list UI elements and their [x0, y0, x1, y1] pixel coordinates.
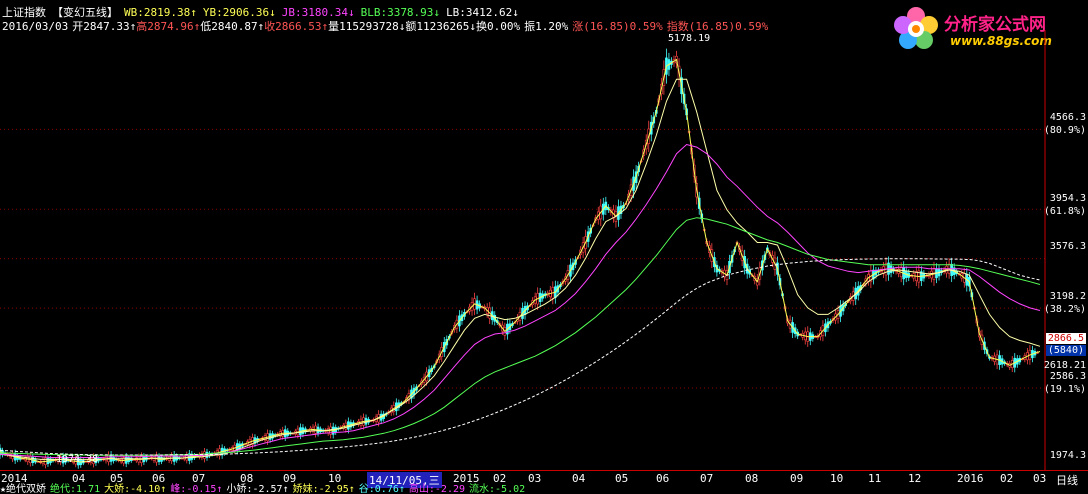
series-line-jb	[0, 143, 1041, 458]
price-label-1974: 1974.3	[1049, 450, 1086, 461]
x-tick: 10	[830, 472, 844, 485]
x-tick: 02	[1000, 472, 1014, 485]
indicator-feng: 峰:-0.15↑	[170, 484, 223, 494]
series-line-wb	[0, 58, 1041, 463]
stock-chart-window: 上证指数 【变幻五线】 WB:2819.38↑ YB:2906.36↓ JB:3180.…	[0, 0, 1088, 494]
cursor-price-label: 2618.21	[1043, 360, 1086, 371]
x-tick: 09	[790, 472, 804, 485]
indicator-gs: 高山:-2.29	[408, 484, 466, 494]
date-axis: 2014 04 05 06 07 08 09 10 14/11/05,三 201…	[0, 470, 1088, 488]
x-tick: 07	[700, 472, 714, 485]
price-label-3576: 3576.3	[1049, 241, 1086, 252]
price-label-3954: 3954.3	[1049, 193, 1086, 204]
peak-annotation: 5178.19	[668, 33, 711, 44]
current-volume-tag: (5840)	[1045, 345, 1086, 356]
x-tick: 04	[572, 472, 586, 485]
indicator-jd: 绝代:1.71	[50, 484, 101, 494]
price-chart[interactable]	[0, 0, 1088, 494]
x-tick: 08	[745, 472, 759, 485]
price-label-3198: 3198.2	[1049, 291, 1086, 302]
pct-label-80: (80.9%)	[1043, 125, 1086, 136]
x-tick: 2016	[957, 472, 984, 485]
indicator-name[interactable]: ★绝代双娇	[0, 484, 46, 494]
x-tick: 03	[1033, 472, 1047, 485]
pct-label-38: (38.2%)	[1043, 304, 1086, 315]
indicator-dj: 大娇:-4.10↑	[104, 484, 167, 494]
x-tick: 06	[656, 472, 670, 485]
indicator-gu: 谷:0.76↑	[358, 484, 405, 494]
pct-label-19: (19.1%)	[1043, 384, 1086, 395]
x-tick: 03	[528, 472, 542, 485]
price-label-4566: 4566.3	[1049, 112, 1086, 123]
indicator-bar: ★绝代双娇 绝代:1.71 大娇:-4.10↑ 峰:-0.15↑ 小娇:-2.57↑ 娇妹…	[0, 485, 529, 494]
pct-label-61: (61.8%)	[1043, 206, 1086, 217]
low-annotation: 1974.38	[56, 454, 99, 465]
series-line-blb	[0, 217, 1041, 456]
series-line-lb	[0, 258, 1041, 456]
period-selector[interactable]: 日线	[1056, 472, 1078, 488]
x-tick: 05	[615, 472, 629, 485]
price-label-2586: 2586.3	[1049, 371, 1086, 382]
x-tick: 12	[908, 472, 922, 485]
indicator-ls: 流水:-5.02	[469, 484, 526, 494]
x-tick: 11	[868, 472, 882, 485]
indicator-xj: 小娇:-2.57↑	[226, 484, 289, 494]
indicator-jm: 娇妹:-2.95↑	[292, 484, 355, 494]
current-price-tag: 2866.5	[1045, 333, 1086, 344]
